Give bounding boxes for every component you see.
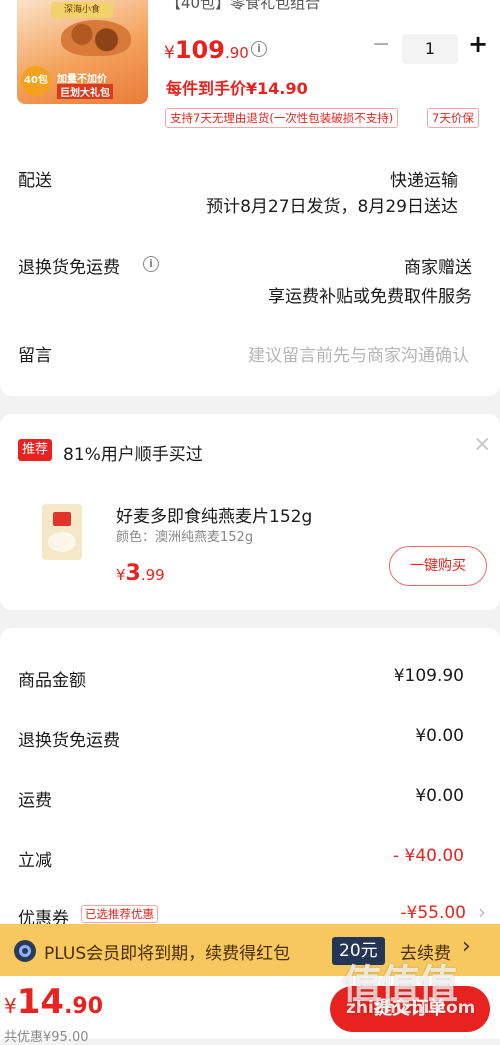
price-protect-tag: 7天价保 [427,108,479,128]
recommend-close-icon[interactable]: × [473,432,491,457]
delivery-schedule: 预计8月27日发货，8月29日送达 [206,197,458,217]
return-shipping-value: 商家赠送 [404,258,472,278]
product-price: ¥109.90 [164,36,249,64]
message-label: 留言 [18,346,52,366]
plus-logo-icon [14,940,36,962]
quantity-plus-button[interactable]: + [468,30,488,58]
price-info-icon[interactable]: i [251,41,267,57]
summary-row-label: 运费 [18,791,52,811]
recommend-item-variant: 颜色：澳洲纯燕麦152g [116,530,254,545]
return-shipping-label: 退换货免运费 [18,258,120,278]
thumb-slogan-1: 加量不加价 [57,74,107,85]
quantity-input[interactable]: 1 [402,34,458,64]
summary-row-value: ¥0.00 [415,786,464,806]
footer-total-saving: 共优惠¥95.00 [4,1030,89,1045]
thumb-count-badge: 40包 [21,66,51,96]
checkout-footer: ¥14.90 共优惠¥95.00 提交订单 值值值 zhizhizhi.com [0,962,500,1045]
summary-row-value: ¥109.90 [393,666,464,686]
message-input[interactable]: 建议留言前先与商家沟通确认 [248,341,469,366]
return-policy-tag: 支持7天无理由退货(一次性包装破损不支持) [165,108,399,128]
return-shipping-desc: 享运费补贴或免费取件服务 [268,287,472,307]
coupon-chevron-icon[interactable]: › [478,900,486,924]
footer-total-price: ¥14.90 [4,982,104,1022]
thumb-slogan-2: 巨划大礼包 [57,84,113,99]
quantity-minus-button[interactable]: − [372,32,390,57]
price-summary-card: 商品金额 ¥109.90 退换货免运费 ¥0.00 运费 ¥0.00 立减 - ¥40.00 … [0,628,500,938]
product-title: 【40包】零食礼包组合 [166,0,321,12]
recommend-item-image[interactable] [42,504,82,560]
delivery-label: 配送 [18,171,52,191]
return-shipping-info-icon[interactable]: i [143,256,159,272]
oat-logo-icon [53,512,71,526]
delivery-method[interactable]: 快递运输 [390,166,458,191]
recommend-headline: 81%用户顺手买过 [63,445,203,465]
thumb-snack-pile [61,20,131,56]
summary-row-value: ¥0.00 [415,726,464,746]
per-unit-price: 每件到手价¥14.90 [166,79,308,98]
summary-row-label: 商品金额 [18,671,86,691]
oat-grain-icon [48,532,76,552]
product-card: 深海小食 40包 加量不加价 巨划大礼包 【40包】零食礼包组合 ¥109.90… [0,0,500,140]
recommend-item-name[interactable]: 好麦多即食纯燕麦片152g [116,502,312,527]
plus-renew-chevron-icon[interactable]: › [462,934,471,959]
product-thumbnail[interactable]: 深海小食 40包 加量不加价 巨划大礼包 [17,0,148,104]
coupon-value[interactable]: -¥55.00 [400,903,466,923]
quantity-stepper: − 1 + [368,30,492,64]
plus-renewal-text: PLUS会员即将到期，续费得红包 [44,944,291,964]
recommend-card: 推荐 81%用户顺手买过 × 好麦多即食纯燕麦片152g 颜色：澳洲纯燕麦152… [0,414,500,610]
coupon-tag: 已选推荐优惠 [81,905,158,923]
recommend-badge: 推荐 [18,439,53,461]
order-options-card: 配送 快递运输 预计8月27日发货，8月29日送达 退换货免运费 i 商家赠送 … [0,140,500,396]
recommend-item-price: ¥3.99 [116,561,165,586]
summary-row-label: 退换货免运费 [18,731,120,751]
summary-row-value: - ¥40.00 [392,846,464,866]
thumb-brand-strip: 深海小食 [51,2,113,18]
one-click-buy-button[interactable]: 一键购买 [389,546,487,586]
summary-row-label: 立减 [18,851,52,871]
watermark-site: zhizhizhi.com [346,998,476,1018]
